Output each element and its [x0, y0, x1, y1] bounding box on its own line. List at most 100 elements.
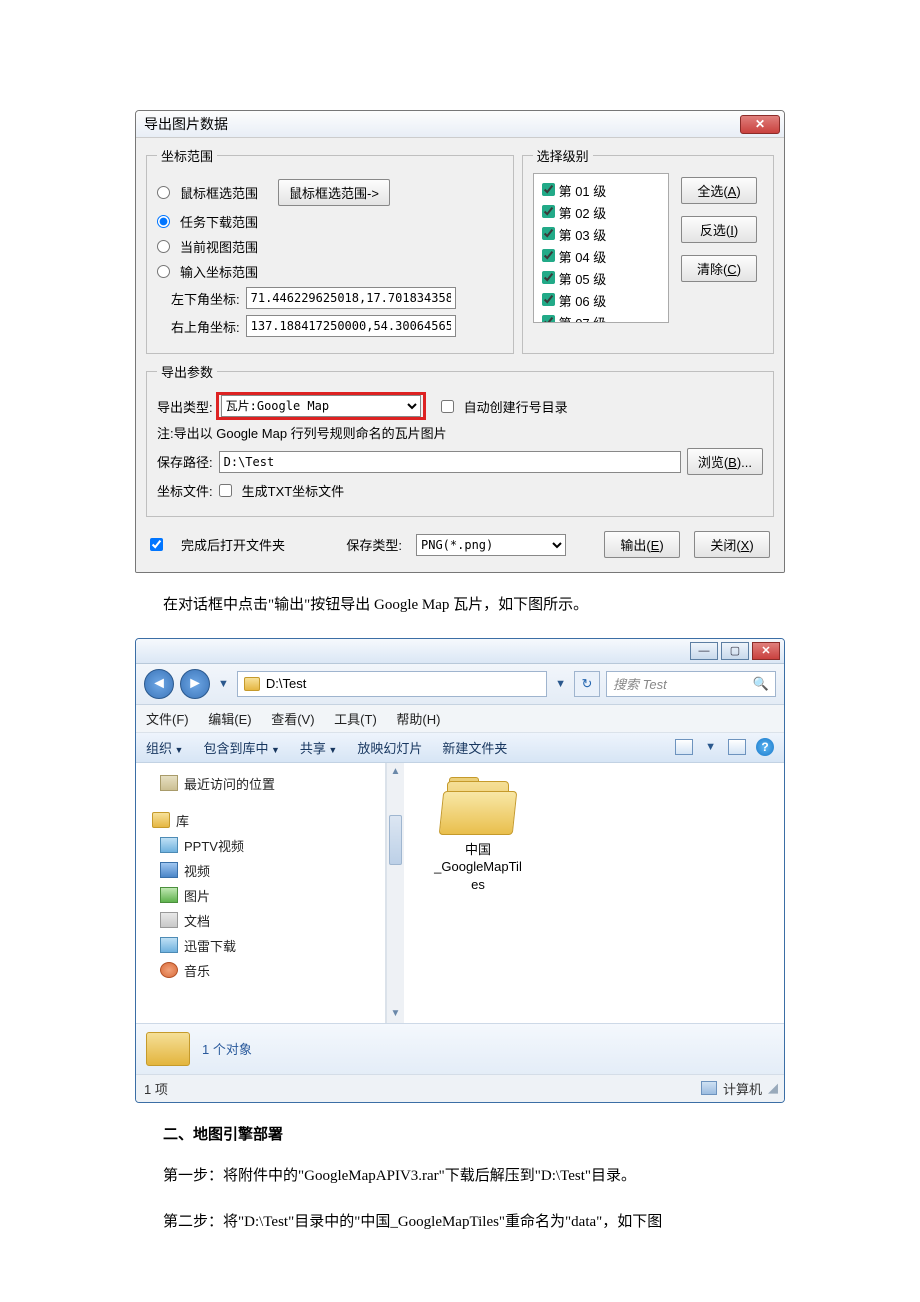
address-bar[interactable]: D:\Test	[237, 671, 547, 697]
explorer-toolbar: 组织 包含到库中 共享 放映幻灯片 新建文件夹 ▼ ?	[136, 733, 784, 763]
auto-create-dir-check[interactable]	[441, 400, 454, 413]
scroll-down-icon[interactable]: ▼	[387, 1005, 404, 1023]
bl-coord-label: 左下角坐标:	[171, 289, 240, 308]
refresh-button[interactable]: ↻	[574, 671, 600, 697]
step-2: 第二步：将"D:\Test"目录中的"中国_GoogleMapTiles"重命名…	[163, 1208, 785, 1237]
nav-tree[interactable]: 最近访问的位置 库 PPTV视频 视频 图片 文档 迅雷下载 音乐	[136, 763, 386, 1023]
level-01-check[interactable]	[542, 183, 555, 196]
address-path: D:\Test	[266, 676, 306, 691]
export-button[interactable]: 输出(E)	[604, 531, 680, 558]
video-icon	[160, 862, 178, 878]
forward-button[interactable]: ►	[180, 669, 210, 699]
status-left: 1 项	[144, 1079, 168, 1098]
save-type-select[interactable]: PNG(*.png)	[416, 534, 566, 556]
folder-icon	[244, 677, 260, 691]
tool-include[interactable]: 包含到库中	[203, 738, 279, 757]
clear-button[interactable]: 清除(C)	[681, 255, 757, 282]
back-button[interactable]: ◄	[144, 669, 174, 699]
coord-file-label: 坐标文件:	[157, 481, 213, 500]
menu-bar: 文件(F) 编辑(E) 查看(V) 工具(T) 帮助(H)	[136, 705, 784, 733]
level-03-check[interactable]	[542, 227, 555, 240]
view-button-icon[interactable]	[675, 739, 693, 755]
bl-coord-input[interactable]	[246, 287, 456, 309]
details-text: 1 个对象	[202, 1039, 252, 1058]
search-icon: 🔍	[753, 676, 769, 692]
scroll-thumb[interactable]	[389, 815, 402, 865]
resize-grip-icon[interactable]: ◢	[768, 1080, 776, 1096]
menu-edit[interactable]: 编辑(E)	[208, 712, 251, 727]
radio-mouse-label: 鼠标框选范围	[180, 183, 258, 202]
mouse-select-button[interactable]: 鼠标框选范围->	[278, 179, 390, 206]
export-type-select[interactable]: 瓦片:Google Map	[221, 395, 421, 417]
dialog-titlebar: 导出图片数据 ✕	[136, 111, 784, 138]
export-param-group: 导出参数 导出类型: 瓦片:Google Map 自动创建行号目录 注:导出以 …	[146, 362, 774, 517]
maximize-icon[interactable]: ▢	[721, 642, 749, 660]
radio-task-label: 任务下载范围	[180, 212, 258, 231]
nav-row: ◄ ► ▼ D:\Test ▼ ↻ 搜索 Test 🔍	[136, 664, 784, 705]
radio-mouse[interactable]	[157, 186, 170, 199]
export-param-legend: 导出参数	[157, 362, 217, 381]
file-pane[interactable]: 中国 _GoogleMapTil es	[404, 763, 784, 1023]
tr-coord-label: 右上角坐标:	[171, 317, 240, 336]
window-close-icon[interactable]: ✕	[752, 642, 780, 660]
details-pane: 1 个对象	[136, 1023, 784, 1074]
level-05-check[interactable]	[542, 271, 555, 284]
level-02-check[interactable]	[542, 205, 555, 218]
menu-tools[interactable]: 工具(T)	[334, 712, 377, 727]
radio-view[interactable]	[157, 240, 170, 253]
view-dropdown-icon[interactable]: ▼	[703, 741, 718, 753]
level-06-check[interactable]	[542, 293, 555, 306]
save-path-input[interactable]	[219, 451, 681, 473]
save-path-label: 保存路径:	[157, 452, 213, 471]
export-note: 注:导出以 Google Map 行列号规则命名的瓦片图片	[157, 423, 447, 442]
pptv-icon	[160, 837, 178, 853]
folder-big-icon	[441, 777, 515, 835]
window-controls: — ▢ ✕	[136, 639, 784, 664]
export-type-label: 导出类型:	[157, 397, 213, 416]
tree-scrollbar[interactable]: ▲ ▼	[386, 763, 404, 1023]
help-icon[interactable]: ?	[756, 738, 774, 756]
picture-icon	[160, 887, 178, 903]
address-dropdown-icon[interactable]: ▼	[553, 678, 568, 690]
open-after-check[interactable]	[150, 538, 163, 551]
level-07-check[interactable]	[542, 315, 555, 323]
radio-task[interactable]	[157, 215, 170, 228]
tool-newfolder[interactable]: 新建文件夹	[442, 738, 507, 757]
dialog-title: 导出图片数据	[144, 114, 228, 134]
menu-file[interactable]: 文件(F)	[146, 712, 189, 727]
level-list[interactable]: 第 01 级 第 02 级 第 03 级 第 04 级 第 05 级 第 06 …	[533, 173, 669, 323]
document-icon	[160, 912, 178, 928]
tr-coord-input[interactable]	[246, 315, 456, 337]
coord-range-legend: 坐标范围	[157, 146, 217, 165]
history-dropdown-icon[interactable]: ▼	[216, 678, 231, 690]
explorer-body: 最近访问的位置 库 PPTV视频 视频 图片 文档 迅雷下载 音乐 ▲ ▼	[136, 763, 784, 1023]
dialog-body: 坐标范围 鼠标框选范围 鼠标框选范围-> 任务下载范围 当前视图范围	[136, 138, 784, 572]
search-placeholder: 搜索 Test	[613, 674, 667, 693]
search-input[interactable]: 搜索 Test 🔍	[606, 671, 776, 697]
level-04-check[interactable]	[542, 249, 555, 262]
tool-slideshow[interactable]: 放映幻灯片	[357, 738, 422, 757]
menu-help[interactable]: 帮助(H)	[396, 712, 440, 727]
radio-input-coord-label: 输入坐标范围	[180, 262, 258, 281]
invert-button[interactable]: 反选(I)	[681, 216, 757, 243]
menu-view[interactable]: 查看(V)	[271, 712, 314, 727]
close-icon[interactable]: ✕	[740, 115, 780, 134]
gen-txt-check[interactable]	[219, 484, 232, 497]
level-legend: 选择级别	[533, 146, 593, 165]
tool-organize[interactable]: 组织	[146, 738, 183, 757]
select-all-button[interactable]: 全选(A)	[681, 177, 757, 204]
tool-share[interactable]: 共享	[300, 738, 337, 757]
radio-input-coord[interactable]	[157, 265, 170, 278]
dialog-bottom: 完成后打开文件夹 保存类型: PNG(*.png) 输出(E) 关闭(X)	[146, 525, 774, 560]
details-folder-icon	[146, 1032, 190, 1066]
minimize-icon[interactable]: —	[690, 642, 718, 660]
folder-label: 中国 _GoogleMapTil es	[434, 841, 522, 894]
coord-range-group: 坐标范围 鼠标框选范围 鼠标框选范围-> 任务下载范围 当前视图范围	[146, 146, 514, 354]
explorer-window: — ▢ ✕ ◄ ► ▼ D:\Test ▼ ↻ 搜索 Test 🔍 文件(F) …	[135, 638, 785, 1103]
library-icon	[152, 812, 170, 828]
close-button[interactable]: 关闭(X)	[694, 531, 770, 558]
folder-item[interactable]: 中国 _GoogleMapTil es	[418, 777, 538, 894]
scroll-up-icon[interactable]: ▲	[387, 763, 404, 781]
browse-button[interactable]: 浏览(B)...	[687, 448, 763, 475]
preview-pane-icon[interactable]	[728, 739, 746, 755]
